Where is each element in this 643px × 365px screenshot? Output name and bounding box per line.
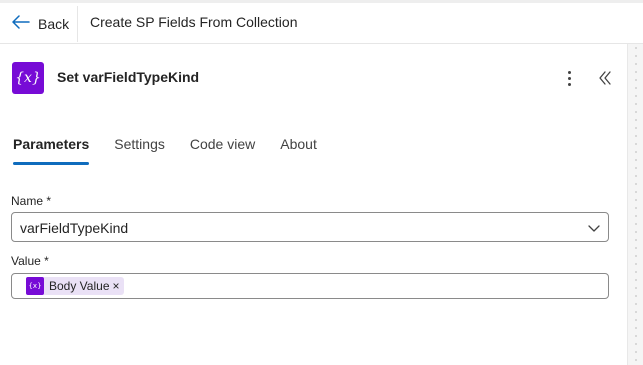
tab-parameters[interactable]: Parameters [13,136,90,166]
variable-icon: {x} [26,277,44,295]
tab-about[interactable]: About [280,136,317,166]
name-dropdown-value: varFieldTypeKind [20,220,129,236]
token-remove-button[interactable]: × [113,279,120,293]
action-details-panel: {x} Set varFieldTypeKind Parameters Sett… [0,44,627,365]
more-options-button[interactable] [560,68,578,88]
name-field-label: Name * [11,194,52,208]
topbar-divider [77,6,78,42]
flow-title: Create SP Fields From Collection [90,14,298,30]
dynamic-content-token[interactable]: {x} Body Value × [26,277,124,295]
more-vertical-icon [567,70,571,74]
canvas-edge [627,44,643,365]
back-label: Back [38,16,70,32]
name-dropdown[interactable]: varFieldTypeKind [11,212,609,242]
tab-code-view[interactable]: Code view [190,136,255,166]
token-label: Body Value [49,279,110,293]
chevron-down-icon [586,220,602,241]
tab-list: Parameters Settings Code view About [13,136,342,166]
double-chevron-left-icon [599,71,611,85]
value-input[interactable]: {x} Body Value × [11,273,609,299]
canvas-dot-grid [632,44,640,365]
back-button[interactable]: Back [8,11,73,37]
top-bar: Back Create SP Fields From Collection [0,0,643,44]
variable-icon: {x} [12,62,44,94]
tab-settings[interactable]: Settings [114,136,165,166]
collapse-panel-button[interactable] [596,68,614,88]
arrow-left-icon [12,14,30,34]
action-title: Set varFieldTypeKind [57,69,200,85]
value-field-label: Value * [11,254,49,268]
